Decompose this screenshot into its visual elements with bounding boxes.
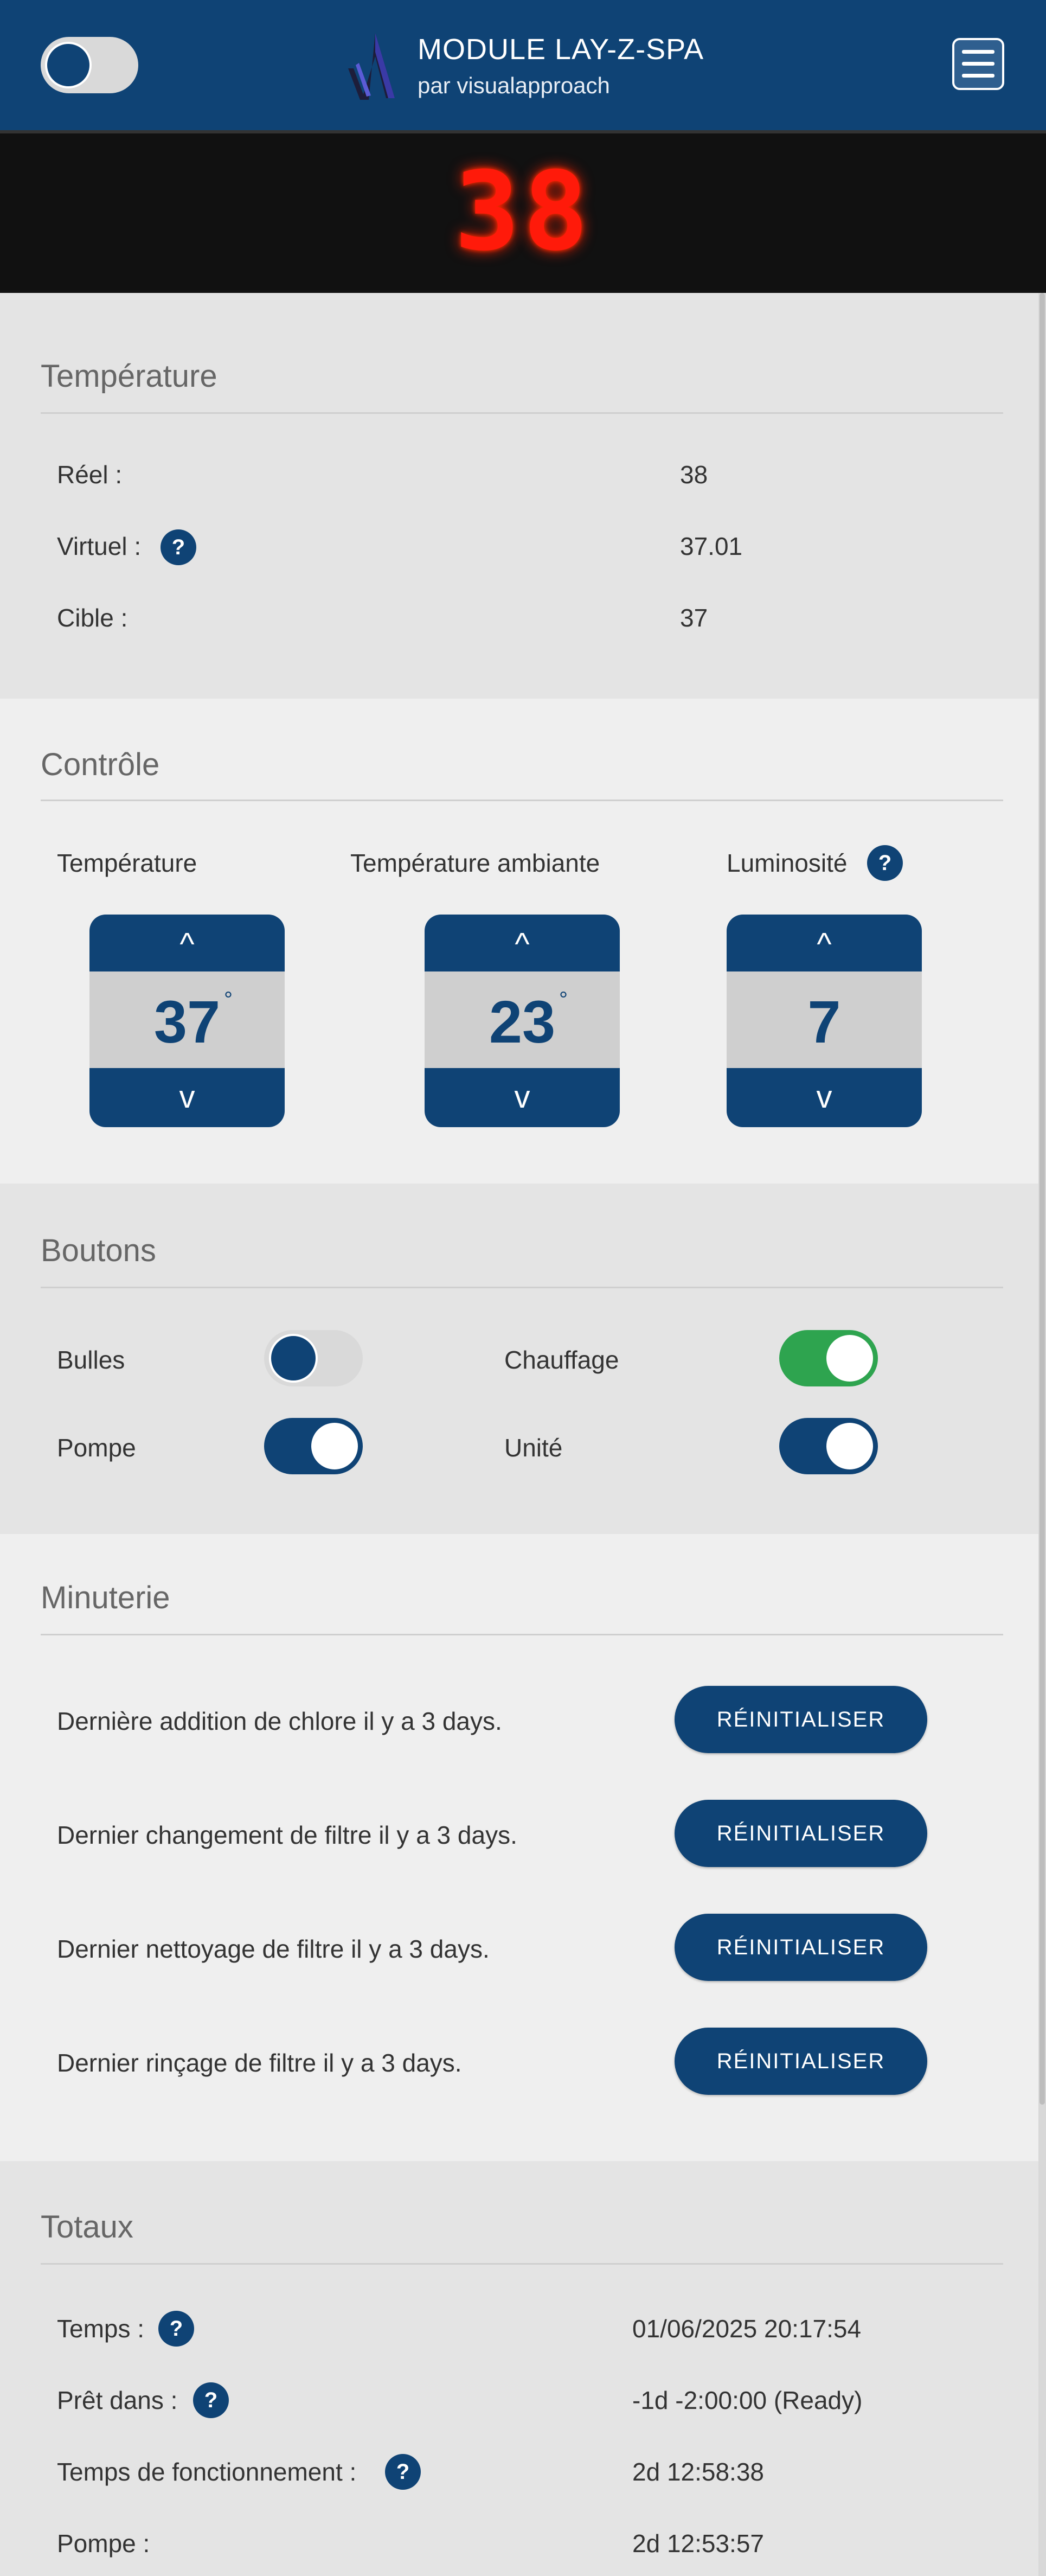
temperature-section: Température Réel : 38 Virtuel : ? 37.01 … bbox=[0, 293, 1038, 699]
uptime-label: Temps de fonctionnement : bbox=[57, 2458, 357, 2486]
temp-virtual-value: 37.01 bbox=[680, 532, 743, 560]
app-title: MODULE LAY-Z-SPA bbox=[418, 33, 704, 66]
va-logo-icon bbox=[348, 33, 395, 100]
help-icon[interactable]: ? bbox=[193, 2382, 229, 2418]
spinner-label-brightness: Luminosité bbox=[727, 849, 848, 877]
increase-brightness-button[interactable]: ^ bbox=[727, 915, 922, 971]
section-divider bbox=[41, 1287, 1003, 1288]
app-header: MODULE LAY-Z-SPA par visualapproach bbox=[0, 0, 1046, 130]
timer-section: Minuterie Dernière addition de chlore il… bbox=[0, 1534, 1038, 2161]
app-subtitle: par visualapproach bbox=[418, 73, 610, 98]
ready-in-value: -1d -2:00:00 (Ready) bbox=[632, 2386, 863, 2414]
degree-symbol: ° bbox=[224, 988, 233, 1012]
scrollbar-thumb[interactable] bbox=[1039, 293, 1045, 2105]
heating-toggle[interactable] bbox=[779, 1330, 878, 1386]
section-title: Température bbox=[41, 359, 217, 394]
spinner-label-ambient: Température ambiante bbox=[350, 849, 600, 877]
spinner-value-box: 23 ° bbox=[425, 971, 620, 1068]
chlorine-timer-text: Dernière addition de chlore il y a 3 day… bbox=[57, 1707, 502, 1735]
uptime-value: 2d 12:58:38 bbox=[632, 2458, 765, 2486]
filter-change-timer-text: Dernier changement de filtre il y a 3 da… bbox=[57, 1821, 517, 1849]
ready-in-label: Prêt dans : bbox=[57, 2386, 178, 2414]
section-title: Totaux bbox=[41, 2209, 133, 2245]
help-icon[interactable]: ? bbox=[158, 2311, 194, 2347]
spinner-value: 37 bbox=[153, 989, 221, 1056]
bubbles-label: Bulles bbox=[57, 1346, 125, 1374]
decrease-brightness-button[interactable]: v bbox=[727, 1070, 922, 1127]
brightness-spinner: ^ 7 v bbox=[727, 915, 922, 1127]
power-toggle-knob bbox=[45, 42, 92, 88]
control-section: Contrôle Température Température ambiant… bbox=[0, 699, 1038, 1184]
section-divider bbox=[41, 412, 1003, 414]
bubbles-toggle[interactable] bbox=[264, 1330, 363, 1386]
pump-total-label: Pompe : bbox=[57, 2529, 150, 2558]
section-title: Contrôle bbox=[41, 747, 160, 782]
buttons-section: Boutons Bulles Chauffage Pompe Unité bbox=[0, 1184, 1038, 1534]
reset-filter-clean-button[interactable]: RÉINITIALISER bbox=[675, 1914, 927, 1981]
degree-symbol: ° bbox=[559, 988, 568, 1012]
temp-real-value: 38 bbox=[680, 461, 708, 489]
heating-label: Chauffage bbox=[504, 1346, 619, 1374]
section-title: Boutons bbox=[41, 1233, 156, 1268]
reset-filter-rinse-button[interactable]: RÉINITIALISER bbox=[675, 2028, 927, 2095]
unit-toggle[interactable] bbox=[779, 1418, 878, 1474]
increase-ambient-button[interactable]: ^ bbox=[425, 915, 620, 971]
section-divider bbox=[41, 1634, 1003, 1635]
totals-section: Totaux Temps : ? 01/06/2025 20:17:54 Prê… bbox=[0, 2161, 1038, 2576]
pump-toggle[interactable] bbox=[264, 1418, 363, 1474]
pump-label: Pompe bbox=[57, 1434, 136, 1462]
spinner-label-temperature: Température bbox=[57, 849, 197, 877]
ambient-temperature-spinner: ^ 23 ° v bbox=[425, 915, 620, 1127]
decrease-ambient-button[interactable]: v bbox=[425, 1070, 620, 1127]
increase-temperature-button[interactable]: ^ bbox=[89, 915, 285, 971]
decrease-temperature-button[interactable]: v bbox=[89, 1070, 285, 1127]
pump-total-value: 2d 12:53:57 bbox=[632, 2529, 765, 2558]
temp-virtual-label: Virtuel : bbox=[57, 532, 142, 560]
display-value: 38 bbox=[454, 149, 592, 275]
section-divider bbox=[41, 2263, 1003, 2265]
hamburger-menu-icon[interactable] bbox=[952, 38, 1004, 90]
help-icon[interactable]: ? bbox=[385, 2454, 421, 2490]
unit-label: Unité bbox=[504, 1434, 563, 1462]
filter-rinse-timer-text: Dernier rinçage de filtre il y a 3 days. bbox=[57, 2049, 462, 2077]
page-scrollbar[interactable] bbox=[1038, 293, 1046, 2576]
temp-target-value: 37 bbox=[680, 604, 708, 632]
power-toggle[interactable] bbox=[41, 37, 138, 93]
filter-clean-timer-text: Dernier nettoyage de filtre il y a 3 day… bbox=[57, 1935, 490, 1963]
reset-chlorine-button[interactable]: RÉINITIALISER bbox=[675, 1686, 927, 1753]
spinner-value: 23 bbox=[489, 989, 556, 1056]
help-icon[interactable]: ? bbox=[161, 529, 196, 565]
time-label: Temps : bbox=[57, 2315, 145, 2343]
spinner-value: 7 bbox=[807, 989, 841, 1056]
spinner-value-box: 37 ° bbox=[89, 971, 285, 1068]
temperature-display: 38 bbox=[0, 130, 1046, 293]
temp-target-label: Cible : bbox=[57, 604, 128, 632]
section-divider bbox=[41, 800, 1003, 801]
help-icon[interactable]: ? bbox=[867, 845, 903, 881]
reset-filter-change-button[interactable]: RÉINITIALISER bbox=[675, 1800, 927, 1867]
section-title: Minuterie bbox=[41, 1580, 170, 1615]
temperature-spinner: ^ 37 ° v bbox=[89, 915, 285, 1127]
temp-real-label: Réel : bbox=[57, 461, 123, 489]
spinner-value-box: 7 bbox=[727, 971, 922, 1068]
time-value: 01/06/2025 20:17:54 bbox=[632, 2315, 862, 2343]
